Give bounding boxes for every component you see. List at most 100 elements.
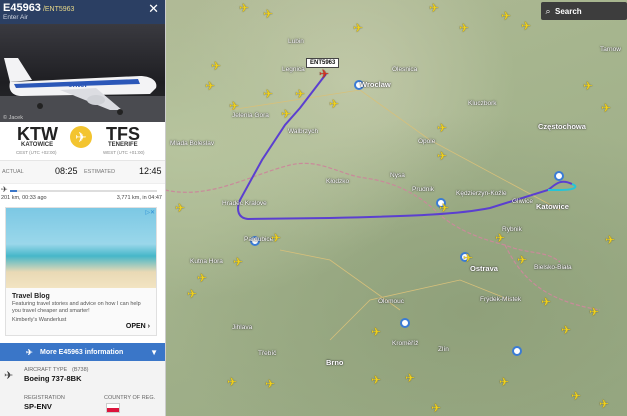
city-label: Olesnica (392, 66, 418, 73)
close-icon[interactable]: ✕ (148, 1, 159, 17)
route-plane-icon: ✈ (70, 126, 92, 148)
estimated-time: 12:45 (139, 166, 162, 176)
search-icon: ⌕ (545, 5, 551, 16)
aircraft-icon[interactable]: ✈ (570, 390, 582, 402)
airport-marker[interactable] (554, 171, 564, 181)
city-label: Wroclaw (360, 80, 391, 89)
city-label: Opole (418, 138, 436, 145)
aircraft-icon[interactable]: ✈ (232, 256, 244, 268)
callsign: E45963 (3, 2, 41, 14)
estimated-label: ESTIMATED (84, 169, 116, 175)
city-label: Nysa (390, 172, 405, 179)
route-summary: KTW KATOWICE CEST (UTC +02:00) ✈ TFS TEN… (0, 122, 165, 155)
svg-text:enter: enter (68, 80, 88, 89)
ad-open-button[interactable]: OPEN › (126, 323, 150, 330)
aircraft-info: ✈ AIRCRAFT TYPE (B738) Boeing 737-8BK RE… (0, 361, 165, 416)
aircraft-icon[interactable]: ✈ (498, 376, 510, 388)
origin-timezone: CEST (UTC +02:00) (16, 150, 57, 155)
aircraft-icon[interactable]: ✈ (370, 374, 382, 386)
aircraft-icon[interactable]: ✈ (516, 254, 528, 266)
airport-marker[interactable] (512, 346, 522, 356)
aircraft-icon[interactable]: ✈ (196, 272, 208, 284)
aircraft-icon[interactable]: ✈ (438, 202, 450, 214)
aircraft-icon[interactable]: ✈ (462, 252, 474, 264)
airport-marker[interactable] (400, 318, 410, 328)
ad-card[interactable]: ▷✕ Travel Blog Featuring travel stories … (5, 207, 157, 336)
aircraft-icon[interactable]: ✈ (262, 88, 274, 100)
registration-label: REGISTRATION (24, 395, 65, 401)
road (329, 279, 511, 341)
aircraft-icon[interactable]: ✈ (186, 288, 198, 300)
aircraft-icon[interactable]: ✈ (428, 2, 440, 14)
city-label: Lubin (288, 38, 304, 45)
country-flag-icon (106, 403, 120, 413)
callsign-line: E45963/ENT5963 (3, 2, 74, 14)
more-info-button[interactable]: ✈ More E45963 information ▼ (0, 343, 165, 361)
aircraft-photo[interactable]: enter © Jacek (0, 24, 165, 122)
city-label: Legnica (282, 66, 305, 73)
aircraft-icon[interactable]: ✈ (226, 376, 238, 388)
aircraft-icon[interactable]: ✈ (210, 60, 222, 72)
aircraft-icon[interactable]: ✈ (540, 296, 552, 308)
aircraft-photo-image: enter (0, 58, 165, 122)
aircraft-icon[interactable]: ✈ (328, 98, 340, 110)
city-label: Jihlava (232, 324, 253, 331)
aircraft-icon[interactable]: ✈ (582, 80, 594, 92)
aircraft-icon[interactable]: ✈ (436, 122, 448, 134)
city-label: Kędzierzyn-Koźle (456, 190, 507, 197)
times-row: ACTUAL 08:25 ESTIMATED 12:45 (0, 160, 165, 183)
aircraft-icon[interactable]: ✈ (500, 10, 512, 22)
aircraft-icon[interactable]: ✈ (294, 88, 306, 100)
aircraft-icon[interactable]: ✈ (598, 398, 610, 410)
photo-credit: © Jacek (3, 115, 23, 121)
city-label: Prudnik (412, 186, 435, 193)
search-box[interactable]: ⌕ Search (541, 2, 627, 20)
aircraft-icon[interactable]: ✈ (404, 372, 416, 384)
aircraft-icon[interactable]: ✈ (494, 232, 506, 244)
city-label: Kłodzko (326, 178, 350, 185)
aircraft-icon[interactable]: ✈ (264, 378, 276, 390)
destination-city: TENERIFE (108, 142, 138, 148)
aircraft-icon[interactable]: ✈ (370, 326, 382, 338)
aircraft-icon[interactable]: ✈ (600, 102, 612, 114)
aircraft-icon: ✈ (4, 370, 14, 382)
progress-fill (10, 190, 18, 192)
destination-timezone: WEST (UTC +01:00) (103, 150, 145, 155)
info-icon: ✈ (26, 347, 33, 357)
registration[interactable]: SP-ENV (24, 402, 52, 411)
aircraft-icon[interactable]: ✈ (520, 20, 532, 32)
more-info-label: More E45963 information (40, 348, 124, 356)
aircraft-icon[interactable]: ✈ (430, 402, 442, 414)
city-label: Třebíč (258, 350, 277, 357)
panel-header: E45963/ENT5963 Enter Air ✕ (0, 0, 165, 24)
flight-progress: ✈ 201 km, 00:33 ago 3,771 km, in 04:47 (0, 183, 165, 204)
selected-aircraft-icon[interactable]: ✈ (318, 68, 330, 80)
ad-choices-icon[interactable]: ▷✕ (145, 209, 155, 216)
city-label: Zlín (438, 346, 449, 353)
city-label: Kroměříž (392, 340, 419, 347)
aircraft-icon[interactable]: ✈ (604, 234, 616, 246)
airline-name: Enter Air (3, 14, 28, 21)
city-label: Pardubice (244, 236, 274, 243)
ad-description: Featuring travel stories and advice on h… (12, 301, 141, 314)
aircraft-icon[interactable]: ✈ (588, 306, 600, 318)
aircraft-icon[interactable]: ✈ (352, 22, 364, 34)
city-label: Hradec Kralove (222, 200, 267, 207)
aircraft-icon[interactable]: ✈ (238, 2, 250, 14)
aircraft-icon[interactable]: ✈ (436, 150, 448, 162)
aircraft-icon[interactable]: ✈ (458, 22, 470, 34)
city-label: Kluczbork (468, 100, 497, 107)
city-label: Katowice (536, 202, 569, 211)
aircraft-icon[interactable]: ✈ (262, 8, 274, 20)
aircraft-type[interactable]: Boeing 737-8BK (24, 374, 82, 383)
ad-open-label: OPEN (125, 323, 146, 330)
aircraft-icon[interactable]: ✈ (560, 324, 572, 336)
aircraft-icon[interactable]: ✈ (174, 202, 186, 214)
aircraft-icon[interactable]: ✈ (228, 100, 240, 112)
aircraft-icon[interactable]: ✈ (270, 232, 282, 244)
distance-flown: 201 km, 00:33 ago (1, 195, 47, 201)
search-label: Search (555, 6, 582, 16)
aircraft-icon[interactable]: ✈ (204, 80, 216, 92)
city-label: Mlada Boleslav (170, 140, 215, 147)
aircraft-icon[interactable]: ✈ (280, 108, 292, 120)
